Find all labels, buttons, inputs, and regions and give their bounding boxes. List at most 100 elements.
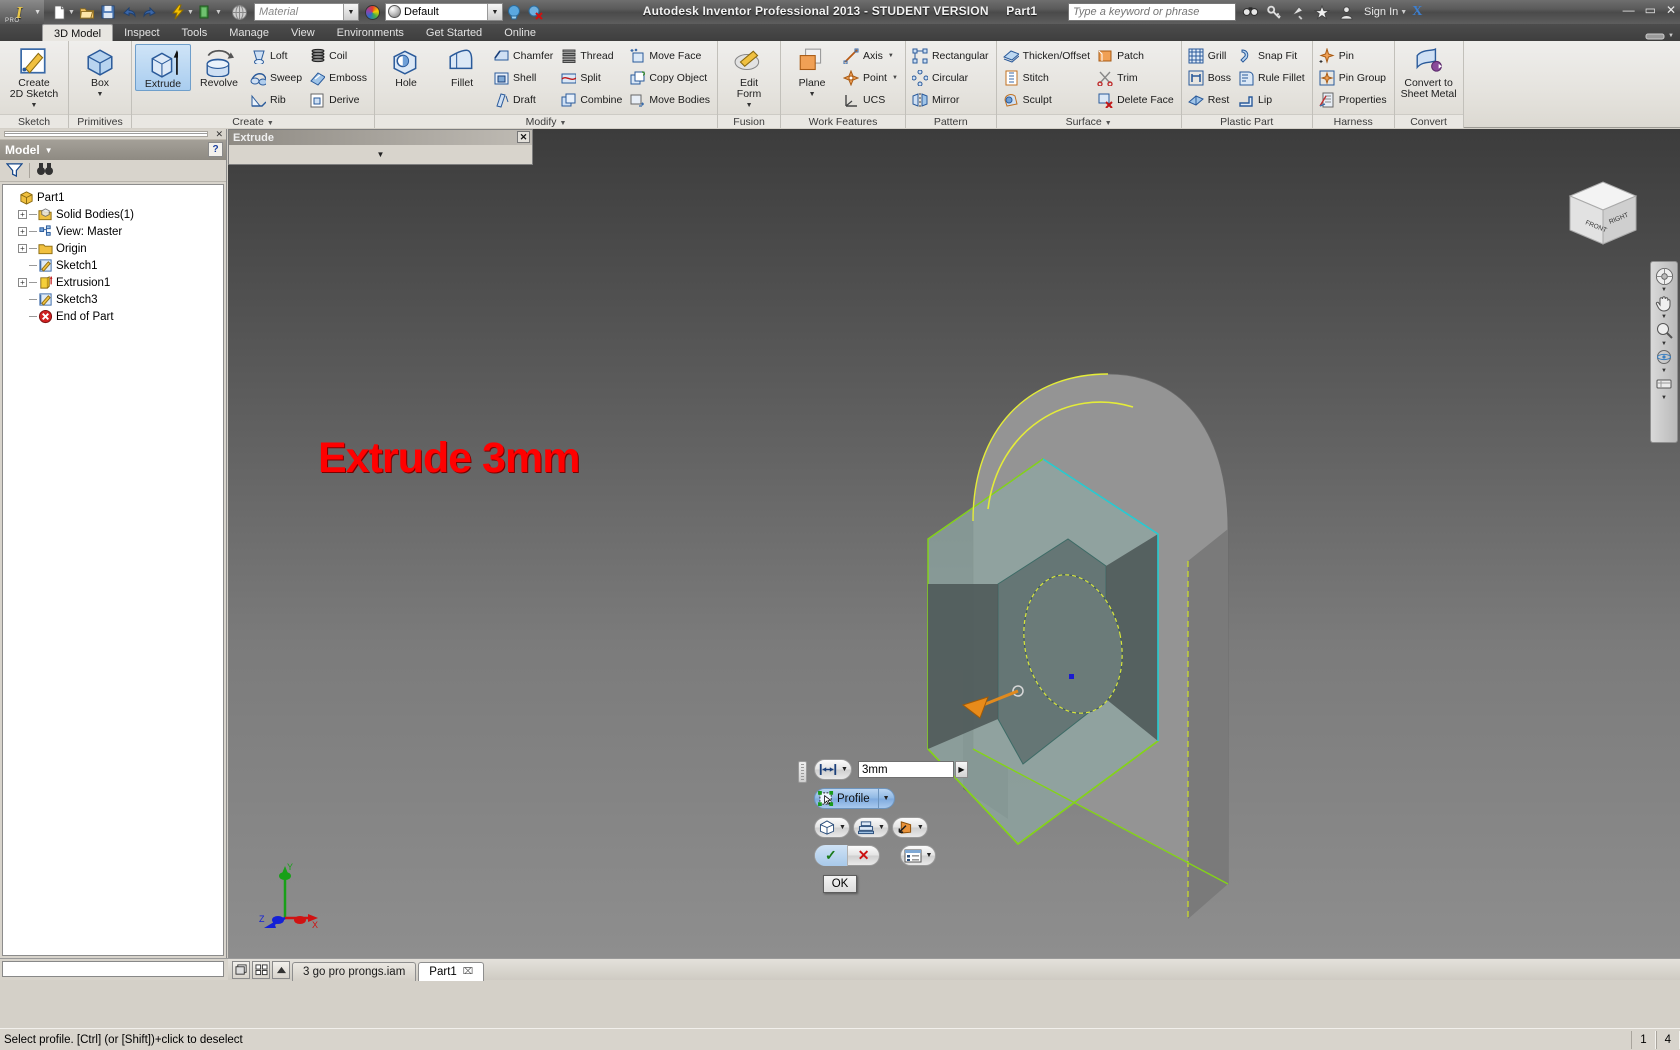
cascade-windows-icon[interactable] (232, 960, 250, 979)
zoom-icon[interactable] (1653, 320, 1675, 340)
extent-type-button[interactable]: ▼ (814, 759, 852, 780)
direction-button[interactable]: ▼ (891, 817, 928, 838)
search-input[interactable] (1068, 3, 1236, 21)
select-icon[interactable] (229, 2, 249, 22)
ribbon-button-thicken-offset[interactable]: Thicken/Offset (1000, 45, 1095, 66)
tree-node[interactable]: + Solid Bodies(1) (7, 206, 223, 223)
update-icon[interactable] (168, 2, 188, 22)
view-cube[interactable]: FRONT RIGHT (1558, 174, 1648, 254)
ribbon-button-rule-fillet[interactable]: Rule Fillet (1235, 67, 1309, 88)
ribbon-button-draft[interactable]: Draft (490, 89, 557, 110)
ribbon-button-grill[interactable]: Grill (1185, 45, 1235, 66)
ribbon-button-pin-group[interactable]: Pin Group (1316, 67, 1391, 88)
chevron-down-icon[interactable]: ▼ (925, 852, 932, 859)
ribbon-button-pin[interactable]: Pin (1316, 45, 1391, 66)
extrude-dialog[interactable]: Extrude ✕ ▼ (228, 129, 533, 165)
appearance-combo[interactable]: Default ▼ (385, 3, 503, 21)
chevron-down-icon[interactable]: ▼ (839, 824, 846, 831)
browser-grip[interactable]: ✕ (0, 129, 226, 140)
ribbon-button-rest[interactable]: Rest (1185, 89, 1235, 110)
sign-in-label[interactable]: Sign In (1364, 6, 1398, 18)
chevron-down-icon[interactable]: ▼ (1400, 9, 1408, 16)
cancel-button[interactable]: ✕ (846, 845, 880, 866)
close-icon[interactable]: ⌧ (463, 966, 473, 977)
ribbon-button-circular[interactable]: Circular (909, 67, 993, 88)
application-button[interactable]: I PRO ▼ (0, 0, 44, 24)
ribbon-button-emboss[interactable]: Emboss (306, 67, 371, 88)
favorites-star-icon[interactable] (1312, 2, 1332, 22)
find-binoculars-icon[interactable] (36, 162, 54, 180)
ribbon-button-lip[interactable]: Lip (1235, 89, 1309, 110)
exchange-apps-icon[interactable]: X (1412, 4, 1422, 20)
distance-options-arrow[interactable]: ▶ (955, 761, 968, 778)
satellite-icon[interactable] (1288, 2, 1308, 22)
return-icon[interactable] (196, 2, 216, 22)
ribbon-button-hole[interactable]: Hole (378, 44, 434, 89)
ribbon-tab-tools[interactable]: Tools (171, 24, 219, 41)
ribbon-button-box[interactable]: Box ▼ (72, 44, 128, 100)
open-file-icon[interactable] (77, 2, 97, 22)
ribbon-button-derive[interactable]: Derive (306, 89, 371, 110)
chevron-down-icon[interactable]: ▼ (1661, 368, 1667, 374)
chevron-down-icon[interactable]: ▼ (841, 766, 848, 773)
expand-dialog-icon[interactable]: ▼ (377, 150, 385, 159)
ribbon-button-mirror[interactable]: Mirror (909, 89, 993, 110)
ribbon-tab-manage[interactable]: Manage (218, 24, 280, 41)
ribbon-button-convert-to-sheet-metal[interactable]: Convert to Sheet Metal (1398, 44, 1460, 100)
direction-flip-segment[interactable]: ▼ (893, 817, 927, 838)
redo-icon[interactable] (140, 2, 160, 22)
ok-button[interactable]: ✓ (815, 845, 847, 866)
help-icon[interactable]: ? (208, 142, 223, 157)
3d-viewport[interactable]: Extrude 3mm FRONT RIGHT ▼ ▼ ▼ ▼ ▼ Y X Z … (228, 129, 1680, 958)
tree-node[interactable]: Sketch3 (7, 291, 223, 308)
document-tab-part1[interactable]: Part1 ⌧ (418, 961, 485, 981)
tree-node[interactable]: End of Part (7, 308, 223, 325)
chevron-down-icon[interactable]: ▼ (34, 9, 41, 16)
save-icon[interactable] (98, 2, 118, 22)
ribbon-button-revolve[interactable]: Revolve (191, 44, 247, 89)
ribbon-tab-3d-model[interactable]: 3D Model (42, 24, 114, 41)
material-combo[interactable]: Material ▼ (254, 3, 359, 21)
boolean-button[interactable]: ▼ (852, 817, 889, 838)
minimize-ribbon-icon[interactable]: ▼ (1645, 31, 1674, 41)
ribbon-button-patch[interactable]: Patch (1094, 45, 1178, 66)
chevron-down-icon[interactable]: ▼ (215, 9, 223, 16)
close-icon[interactable]: ✕ (215, 129, 223, 140)
expand-icon[interactable]: + (18, 278, 27, 287)
profile-select-button[interactable]: Profile ▼ (814, 788, 895, 809)
chevron-down-icon[interactable]: ▼ (45, 146, 53, 155)
chevron-down-icon[interactable]: ▼ (187, 9, 195, 16)
ribbon-button-rectangular[interactable]: Rectangular (909, 45, 993, 66)
ribbon-button-extrude[interactable]: Extrude (135, 44, 191, 91)
ribbon-button-sculpt[interactable]: Sculpt (1000, 89, 1095, 110)
document-tab-3-go-pro-prongs-iam[interactable]: 3 go pro prongs.iam (292, 961, 417, 981)
look-at-icon[interactable] (1653, 374, 1675, 394)
solid-output-segment[interactable]: ▼ (815, 817, 849, 838)
navigation-bar[interactable]: ▼ ▼ ▼ ▼ ▼ (1650, 261, 1678, 443)
clear-appearance-icon[interactable] (525, 2, 545, 22)
profile-segment[interactable]: Profile (815, 788, 878, 809)
chevron-down-icon[interactable]: ▼ (1661, 314, 1667, 320)
pan-hand-icon[interactable] (1653, 293, 1675, 313)
distance-input[interactable] (858, 761, 954, 778)
chevron-down-icon[interactable]: ▼ (343, 4, 358, 20)
ribbon-button-trim[interactable]: Trim (1094, 67, 1178, 88)
tree-node[interactable]: Sketch1 (7, 257, 223, 274)
ribbon-button-properties[interactable]: Properties (1316, 89, 1391, 110)
maximize-button[interactable]: ▭ (1645, 3, 1656, 17)
extent-distance-segment[interactable]: ▼ (815, 759, 851, 780)
more-options-segment[interactable]: ▼ (901, 845, 935, 866)
key-icon[interactable] (1264, 2, 1284, 22)
join-boolean-segment[interactable]: ▼ (854, 817, 888, 838)
tile-windows-icon[interactable] (252, 960, 270, 979)
filter-icon[interactable] (5, 162, 24, 180)
expand-icon[interactable]: + (18, 210, 27, 219)
chevron-down-icon[interactable]: ▼ (809, 89, 816, 100)
ribbon-tab-environments[interactable]: Environments (326, 24, 415, 41)
options-button[interactable]: ▼ (900, 845, 937, 866)
ribbon-tab-get-started[interactable]: Get Started (415, 24, 493, 41)
material-browser-icon[interactable] (365, 4, 380, 20)
chevron-down-icon[interactable]: ▼ (267, 120, 274, 127)
orbit-icon[interactable] (1653, 347, 1675, 367)
chevron-down-icon[interactable]: ▼ (97, 89, 104, 100)
